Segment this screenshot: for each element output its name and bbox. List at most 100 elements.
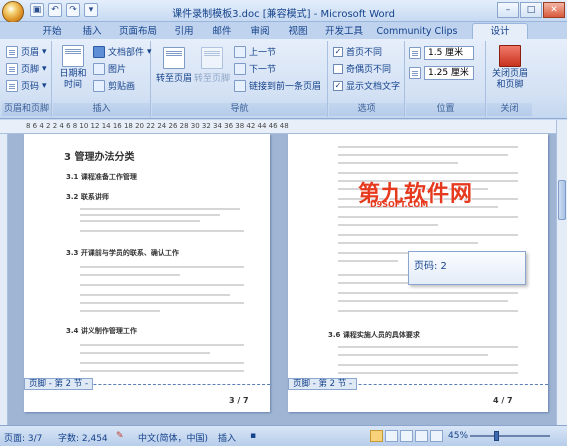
zoom-level[interactable]: 45%: [448, 431, 468, 441]
text-line: [80, 352, 210, 354]
text-line: [338, 242, 478, 244]
tab-design[interactable]: 设计: [472, 23, 528, 39]
close-header-footer-button[interactable]: 关闭页眉和页脚: [489, 45, 531, 91]
text-line: [80, 310, 160, 312]
maximize-icon[interactable]: □: [520, 2, 542, 18]
print-layout-view-icon[interactable]: [370, 430, 383, 442]
minimize-icon[interactable]: –: [497, 2, 519, 18]
text-line: [338, 346, 518, 348]
text-line: [338, 146, 518, 148]
page-count[interactable]: 页面: 3/7: [4, 431, 42, 444]
page-number[interactable]: 4 / 7: [493, 396, 513, 405]
page-heading: 3 管理办法分类: [64, 152, 135, 163]
text-line: [80, 302, 244, 304]
scrollbar-thumb[interactable]: [558, 180, 566, 220]
title-bar: ▣ ↶ ↷ ▾ 课件录制模板3.doc [兼容模式] - Microsoft W…: [0, 0, 567, 23]
tab-insert[interactable]: 插入: [74, 24, 110, 39]
quick-parts-button[interactable]: 文档部件 ▾: [93, 45, 152, 58]
quick-parts-icon: [93, 45, 105, 58]
date-time-button[interactable]: 日期和时间: [58, 45, 88, 91]
spelling-check-icon[interactable]: ✎: [116, 431, 124, 441]
page-number[interactable]: 3 / 7: [229, 396, 249, 405]
footer-section-tag: 页脚 - 第 2 节 -: [24, 378, 94, 390]
vertical-scrollbar[interactable]: [556, 120, 567, 425]
checkbox-checked-icon: ✓: [333, 46, 343, 57]
zoom-slider-knob[interactable]: [494, 431, 499, 441]
different-first-page-checkbox[interactable]: ✓ 首页不同: [333, 45, 382, 58]
section-heading: 3.2 联系讲师: [66, 193, 109, 201]
tab-home[interactable]: 开始: [34, 24, 70, 39]
footer-bottom-position: 1.25 厘米: [409, 66, 474, 80]
group-label-insert: 插入: [53, 103, 150, 116]
goto-header-icon: [163, 47, 185, 69]
page-number-icon: [6, 79, 18, 92]
header-position-input[interactable]: 1.5 厘米: [424, 46, 474, 60]
different-odd-even-checkbox[interactable]: 奇偶页不同: [333, 62, 391, 75]
outline-view-icon[interactable]: [415, 430, 428, 442]
header-position-icon: [409, 47, 421, 59]
text-line: [338, 162, 458, 164]
clip-art-button[interactable]: 剪贴画: [93, 79, 135, 92]
group-label-navigation: 导航: [152, 103, 327, 116]
arrow-down-icon: [234, 62, 246, 75]
text-line: [338, 372, 518, 374]
footer-icon: [6, 62, 18, 75]
page-number-tooltip: 页码: 2: [408, 251, 526, 285]
zoom-slider[interactable]: [470, 435, 550, 437]
goto-header-button[interactable]: 转至页眉: [156, 47, 192, 84]
footer-position-icon: [409, 67, 421, 79]
text-line: [80, 370, 244, 372]
text-line: [338, 154, 508, 156]
text-line: [80, 214, 220, 216]
insert-mode[interactable]: 插入: [218, 431, 236, 444]
tab-review[interactable]: 审阅: [242, 24, 278, 39]
language-indicator[interactable]: 中文(简体，中国): [138, 431, 208, 444]
close-icon: [499, 45, 521, 67]
text-line: [338, 310, 518, 312]
goto-footer-button[interactable]: 转至页脚: [194, 47, 230, 84]
next-section-button[interactable]: 下一节: [234, 62, 276, 75]
ruler-marks: 8 6 4 2 2 4 6 8 10 12 14 16 18 20 22 24 …: [26, 122, 289, 130]
text-line: [80, 266, 244, 268]
page-number-button[interactable]: 页码 ▾: [6, 79, 47, 92]
text-line: [80, 284, 244, 286]
text-line: [80, 362, 244, 364]
web-layout-icon[interactable]: [400, 430, 413, 442]
header-icon: [6, 45, 18, 58]
link-to-previous-button[interactable]: 链接到前一条页眉: [234, 79, 321, 92]
calendar-icon: [62, 45, 84, 67]
tab-community-clips[interactable]: Community Clips: [374, 24, 460, 39]
tab-references[interactable]: 引用: [166, 24, 202, 39]
text-line: [80, 344, 244, 346]
footer-position-input[interactable]: 1.25 厘米: [424, 66, 474, 80]
page-left[interactable]: 3 管理办法分类 3.1 课程准备工作管理 3.2 联系讲师 3.3 开课前与学…: [24, 134, 270, 412]
picture-button[interactable]: 图片: [93, 62, 126, 75]
tab-developer[interactable]: 开发工具: [318, 24, 370, 39]
footer-button[interactable]: 页脚 ▾: [6, 62, 47, 75]
close-window-icon[interactable]: ✕: [543, 2, 565, 18]
watermark-url: D9SOFT.COM: [370, 200, 429, 209]
checkbox-unchecked-icon: [333, 63, 343, 74]
arrow-up-icon: [234, 45, 246, 58]
horizontal-ruler[interactable]: 8 6 4 2 2 4 6 8 10 12 14 16 18 20 22 24 …: [0, 120, 567, 134]
clip-art-icon: [93, 79, 105, 92]
macro-record-icon[interactable]: ▪: [250, 431, 256, 441]
text-line: [80, 230, 244, 232]
header-button[interactable]: 页眉 ▾: [6, 45, 47, 58]
text-line: [338, 172, 518, 174]
text-line: [80, 220, 200, 222]
previous-section-button[interactable]: 上一节: [234, 45, 276, 58]
word-count[interactable]: 字数: 2,454: [58, 431, 108, 444]
show-document-text-checkbox[interactable]: ✓ 显示文档文字: [333, 79, 400, 92]
tab-page-layout[interactable]: 页面布局: [112, 24, 164, 39]
text-line: [338, 364, 518, 366]
full-screen-reading-icon[interactable]: [385, 430, 398, 442]
window-title: 课件录制模板3.doc [兼容模式] - Microsoft Word: [172, 9, 395, 20]
group-options: ✓ 首页不同 奇偶页不同 ✓ 显示文档文字 选项: [329, 41, 405, 117]
group-close: 关闭页眉和页脚 关闭: [487, 41, 532, 117]
section-heading: 3.1 课程准备工作管理: [66, 173, 137, 181]
draft-view-icon[interactable]: [430, 430, 443, 442]
tab-mailings[interactable]: 邮件: [204, 24, 240, 39]
footer-section-tag: 页脚 - 第 2 节 -: [288, 378, 358, 390]
tab-view[interactable]: 视图: [280, 24, 316, 39]
